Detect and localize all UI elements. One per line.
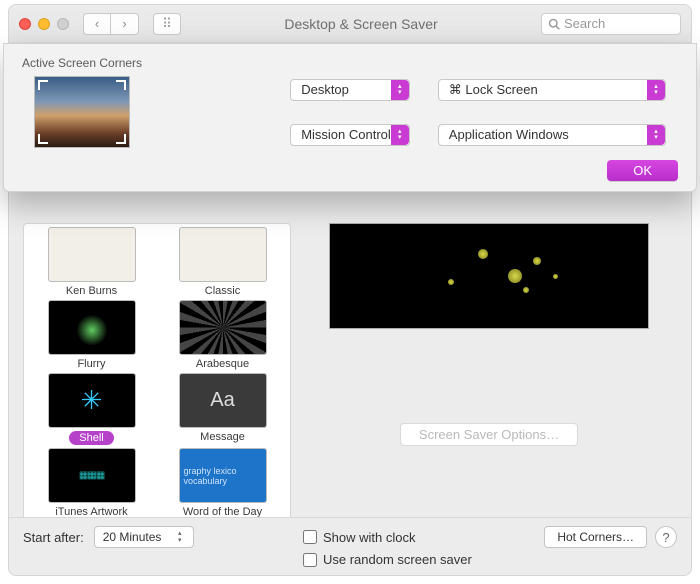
particles-icon (438, 239, 588, 309)
window-title: Desktop & Screen Saver (189, 16, 533, 32)
list-item[interactable]: Arabesque (157, 299, 288, 372)
list-item-label: Arabesque (196, 358, 249, 370)
bottom-controls: Start after: 20 Minutes Show with clock … (9, 517, 691, 575)
list-item[interactable]: Shell (26, 372, 157, 447)
corner-select-top-left[interactable]: Desktop (290, 79, 410, 101)
start-after-dropdown[interactable]: 20 Minutes (94, 526, 194, 548)
thumbnail (179, 227, 267, 282)
screensaver-options-button[interactable]: Screen Saver Options… (400, 423, 578, 446)
list-item-label: Flurry (77, 358, 105, 370)
glyph: graphy lexico vocabulary (184, 466, 262, 486)
checkbox-label: Show with clock (323, 530, 415, 545)
corner-marker-icon (38, 134, 48, 144)
list-item-label: Message (200, 431, 245, 443)
list-item[interactable]: Ken Burns (26, 226, 157, 299)
thumbnail (48, 300, 136, 355)
corner-value: ⌘ Lock Screen (449, 82, 538, 98)
checkbox-label: Use random screen saver (323, 552, 472, 567)
forward-button[interactable]: › (111, 13, 139, 35)
sheet-heading: Active Screen Corners (4, 44, 696, 76)
corner-marker-icon (116, 80, 126, 90)
corner-marker-icon (38, 80, 48, 90)
show-with-clock-checkbox[interactable]: Show with clock (303, 530, 415, 545)
zoom-window-icon (57, 18, 69, 30)
corner-marker-icon (116, 134, 126, 144)
corner-value: Application Windows (449, 127, 569, 142)
thumbnail: Aa (179, 373, 267, 428)
hot-corners-grid: Desktop ⌘ Lock Screen Mission Control Ap… (34, 76, 666, 148)
corner-select-bottom-right[interactable]: Application Windows (438, 124, 666, 146)
corner-value: Mission Control (301, 127, 391, 142)
titlebar: ‹ › ⠿ Desktop & Screen Saver Search (9, 5, 691, 43)
dropdown-value: 20 Minutes (103, 530, 162, 544)
chevron-updown-icon (647, 125, 665, 145)
thumbnail (48, 227, 136, 282)
grid-icon: ⠿ (162, 16, 172, 32)
list-item[interactable]: Classic (157, 226, 288, 299)
start-after-control: Start after: 20 Minutes (23, 526, 303, 548)
chevron-updown-icon (647, 80, 665, 100)
list-item[interactable]: graphy lexico vocabulary Word of the Day (157, 447, 288, 520)
thumbnail (179, 300, 267, 355)
desktop-wallpaper-icon (35, 77, 129, 147)
back-button[interactable]: ‹ (83, 13, 111, 35)
screensaver-list[interactable]: Ken Burns Classic Flurry Arabesque Shell (23, 223, 291, 525)
minimize-window-icon[interactable] (38, 18, 50, 30)
thumbnail (48, 448, 136, 503)
search-input[interactable]: Search (541, 13, 681, 35)
screensaver-preview-pane: Screen Saver Options… (301, 223, 677, 525)
sheet-footer: OK (4, 156, 696, 181)
list-item[interactable]: Aa Message (157, 372, 288, 447)
show-all-button[interactable]: ⠿ (153, 13, 181, 35)
list-item[interactable]: Flurry (26, 299, 157, 372)
search-placeholder: Search (564, 16, 605, 31)
close-window-icon[interactable] (19, 18, 31, 30)
checkbox-input[interactable] (303, 530, 317, 544)
list-item[interactable]: iTunes Artwork (26, 447, 157, 520)
window-controls (19, 18, 69, 30)
chevron-updown-icon (391, 125, 409, 145)
preferences-window: ‹ › ⠿ Desktop & Screen Saver Search Acti… (8, 4, 692, 576)
corner-select-bottom-left[interactable]: Mission Control (290, 124, 410, 146)
chevron-updown-icon (391, 80, 409, 100)
screensaver-preview (329, 223, 649, 329)
nav-back-forward: ‹ › (83, 13, 139, 35)
hot-corners-button[interactable]: Hot Corners… (544, 526, 647, 548)
help-button[interactable]: ? (655, 526, 677, 548)
glyph: Aa (210, 389, 234, 412)
screen-preview-thumbnail (34, 76, 130, 148)
screensaver-content: Ken Burns Classic Flurry Arabesque Shell (9, 223, 691, 525)
corner-value: Desktop (301, 82, 349, 97)
hot-corners-sheet: Active Screen Corners Desktop ⌘ Lock Scr… (3, 43, 697, 192)
list-item-label: Classic (205, 285, 240, 297)
thumbnail: graphy lexico vocabulary (179, 448, 267, 503)
checkbox-input[interactable] (303, 553, 317, 567)
chevron-updown-icon (173, 529, 187, 545)
list-item-label: Ken Burns (66, 285, 117, 297)
corner-select-top-right[interactable]: ⌘ Lock Screen (438, 79, 666, 101)
thumbnail (48, 373, 136, 428)
use-random-checkbox[interactable]: Use random screen saver (303, 552, 677, 567)
search-icon (548, 18, 560, 30)
start-after-label: Start after: (23, 530, 84, 545)
ok-button[interactable]: OK (607, 160, 678, 181)
list-item-selected-label: Shell (69, 431, 113, 445)
